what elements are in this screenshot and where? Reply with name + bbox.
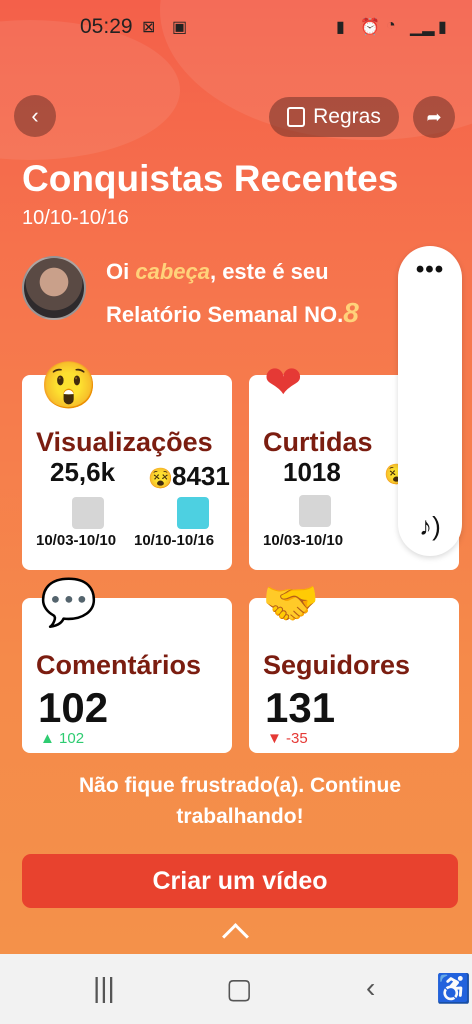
floating-panel: ••• ♪) [398,246,462,556]
views-curr-bar [177,497,209,529]
signal-icon: ▁▂ [410,19,435,36]
encouragement-message: Não fique frustrado(a). Continue trabalh… [79,774,401,828]
views-prev-value: 25,6k [50,457,116,487]
alarm-icon: ⏰ [360,19,380,36]
music-icon[interactable]: ♪) [398,511,462,542]
comments-value: 102 [38,684,109,731]
status-bar: 05:29 ⊠ ▣ ▮ ⏰ ◔ ▁▂ ▮ [0,0,472,56]
followers-value: 131 [265,684,336,731]
comments-delta-value: 102 [59,730,85,747]
date-range: 10/10-10/16 [22,207,129,229]
back-nav-icon[interactable]: ‹ [366,972,375,1004]
accessibility-icon[interactable]: ♿ [436,972,471,1005]
wifi-icon: ◔ [386,17,396,34]
create-video-button[interactable]: Criar um vídeo [22,854,458,908]
views-prev-range: 10/03-10/10 [36,532,117,549]
arrow-down-icon: ▼ [267,730,282,747]
greeting-line-2: Relatório Semanal NO.8 [106,297,359,329]
views-curr-value: 8431 [172,461,230,491]
likes-prev-range: 10/03-10/10 [263,532,344,549]
chevron-up-icon[interactable] [222,923,249,950]
likes-prev-value: 1018 [283,457,341,487]
report-label: Relatório Semanal NO. [106,302,344,327]
more-options-icon[interactable]: ••• [398,256,462,284]
arrow-up-icon: ▲ [40,730,55,747]
heart-icon: ❤ [264,356,303,408]
followers-title: Seguidores [263,650,411,680]
battery-saver-icon: ▮ [336,19,345,36]
gallery-icon: ▣ [172,19,188,36]
likes-prev-bar [299,495,331,527]
followers-delta-value: -35 [286,730,308,747]
speech-bubble-icon: 💬 [40,576,98,628]
home-icon[interactable]: ▢ [226,972,252,1005]
views-prev-bar [72,497,104,529]
greeting-prefix: Oi [106,259,136,284]
comments-delta: ▲ 102 [40,730,84,747]
report-number: 8 [343,297,359,328]
page-title: Conquistas Recentes [22,158,399,199]
astonished-face-icon: 😲 [40,359,98,411]
handshake-icon: 🤝 [262,577,320,629]
rules-button[interactable]: Regras [269,97,399,137]
avatar[interactable] [22,256,86,320]
share-button[interactable]: ➦ [413,96,455,138]
recent-apps-icon[interactable]: ||| [93,972,115,1004]
system-nav-bar: ||| ▢ ‹ ♿ [0,954,472,1024]
share-icon: ➦ [426,106,442,127]
battery-icon: ▮ [438,19,447,36]
screen: 05:29 ⊠ ▣ ▮ ⏰ ◔ ▁▂ ▮ ‹ Regras ➦ Conquist… [0,0,472,1024]
back-button[interactable]: ‹ [14,95,56,137]
views-curr-range: 10/10-10/16 [134,532,215,549]
followers-delta: ▼ -35 [267,730,308,747]
likes-title: Curtidas [263,427,373,457]
status-time: 05:29 [80,15,133,38]
rules-label: Regras [313,105,381,128]
document-icon [287,107,306,127]
chevron-left-icon: ‹ [31,103,39,128]
username: cabeça [135,259,210,284]
views-title: Visualizações [36,427,213,457]
greeting-suffix: , este é seu [209,259,329,284]
link-icon: ⊠ [142,19,156,36]
greeting-line-1: Oi cabeça, este é seu [106,259,329,285]
dizzy-face-icon: 😵 [148,468,173,490]
comments-title: Comentários [36,650,202,680]
